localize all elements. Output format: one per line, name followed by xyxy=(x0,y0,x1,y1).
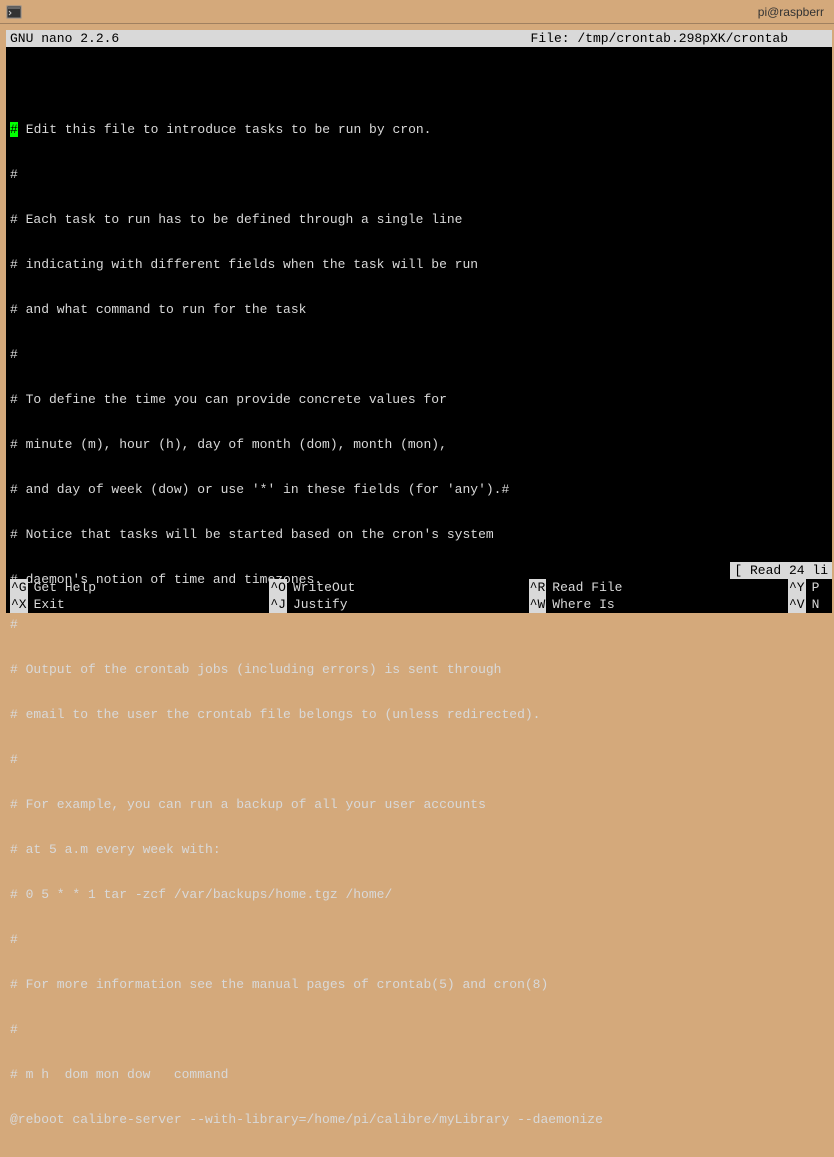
editor-line: # minute (m), hour (h), day of month (do… xyxy=(10,437,828,452)
editor-line: # Each task to run has to be defined thr… xyxy=(10,212,828,227)
editor-line: # For more information see the manual pa… xyxy=(10,977,828,992)
terminal-icon xyxy=(6,4,22,20)
editor-line: # and what command to run for the task xyxy=(10,302,828,317)
nano-file-name: File: /tmp/crontab.298pXK/crontab xyxy=(119,30,828,47)
menu-writeout[interactable]: ^O WriteOut xyxy=(269,579,528,596)
menu-key: ^O xyxy=(269,579,287,596)
menu-label: Justify xyxy=(293,596,348,613)
menu-key: ^Y xyxy=(788,579,806,596)
menu-label: Read File xyxy=(552,579,622,596)
menu-key: ^V xyxy=(788,596,806,613)
menu-key: ^G xyxy=(10,579,28,596)
editor-line: # at 5 a.m every week with: xyxy=(10,842,828,857)
menu-key: ^J xyxy=(269,596,287,613)
menu-read-file[interactable]: ^R Read File xyxy=(529,579,788,596)
menu-key: ^X xyxy=(10,596,28,613)
editor-line: @reboot calibre-server --with-library=/h… xyxy=(10,1112,828,1127)
menu-exit[interactable]: ^X Exit xyxy=(10,596,269,613)
editor-line: # Notice that tasks will be started base… xyxy=(10,527,828,542)
editor-line: # Output of the crontab jobs (including … xyxy=(10,662,828,677)
editor-line: # xyxy=(10,347,828,362)
nano-app-name: GNU nano 2.2.6 xyxy=(10,30,119,47)
editor-line: # m h dom mon dow command xyxy=(10,1067,828,1082)
menu-key: ^W xyxy=(529,596,547,613)
menu-prev-page[interactable]: ^Y P xyxy=(788,579,828,596)
editor-line: # For example, you can run a backup of a… xyxy=(10,797,828,812)
menu-label: P xyxy=(812,579,820,596)
menu-label: N xyxy=(812,596,820,613)
status-bar: [ Read 24 li xyxy=(730,562,832,579)
menu-next-page[interactable]: ^V N xyxy=(788,596,828,613)
window-title: pi@raspberr xyxy=(28,5,828,19)
window-titlebar: pi@raspberr xyxy=(0,0,834,24)
editor-line: # and day of week (dow) or use '*' in th… xyxy=(10,482,828,497)
editor-line: # indicating with different fields when … xyxy=(10,257,828,272)
menu-label: Where Is xyxy=(552,596,614,613)
editor-line: # xyxy=(10,617,828,632)
editor-line: # xyxy=(10,167,828,182)
menu-get-help[interactable]: ^G Get Help xyxy=(10,579,269,596)
menu-label: Get Help xyxy=(34,579,96,596)
menu-label: Exit xyxy=(34,596,65,613)
editor-line: # Edit this file to introduce tasks to b… xyxy=(10,122,828,137)
menu-key: ^R xyxy=(529,579,547,596)
nano-menu: ^G Get Help ^O WriteOut ^R Read File ^Y … xyxy=(6,579,832,613)
editor-line xyxy=(10,77,828,92)
editor-line: # xyxy=(10,1022,828,1037)
menu-label: WriteOut xyxy=(293,579,355,596)
editor-line: # email to the user the crontab file bel… xyxy=(10,707,828,722)
menu-justify[interactable]: ^J Justify xyxy=(269,596,528,613)
editor-line: # xyxy=(10,752,828,767)
terminal[interactable]: GNU nano 2.2.6 File: /tmp/crontab.298pXK… xyxy=(6,30,832,613)
menu-row: ^G Get Help ^O WriteOut ^R Read File ^Y … xyxy=(10,579,828,596)
cursor: # xyxy=(10,122,18,137)
nano-header: GNU nano 2.2.6 File: /tmp/crontab.298pXK… xyxy=(6,30,832,47)
editor-line: # 0 5 * * 1 tar -zcf /var/backups/home.t… xyxy=(10,887,828,902)
menu-row: ^X Exit ^J Justify ^W Where Is ^V N xyxy=(10,596,828,613)
menu-where-is[interactable]: ^W Where Is xyxy=(529,596,788,613)
editor-line: # To define the time you can provide con… xyxy=(10,392,828,407)
editor-line: # xyxy=(10,932,828,947)
